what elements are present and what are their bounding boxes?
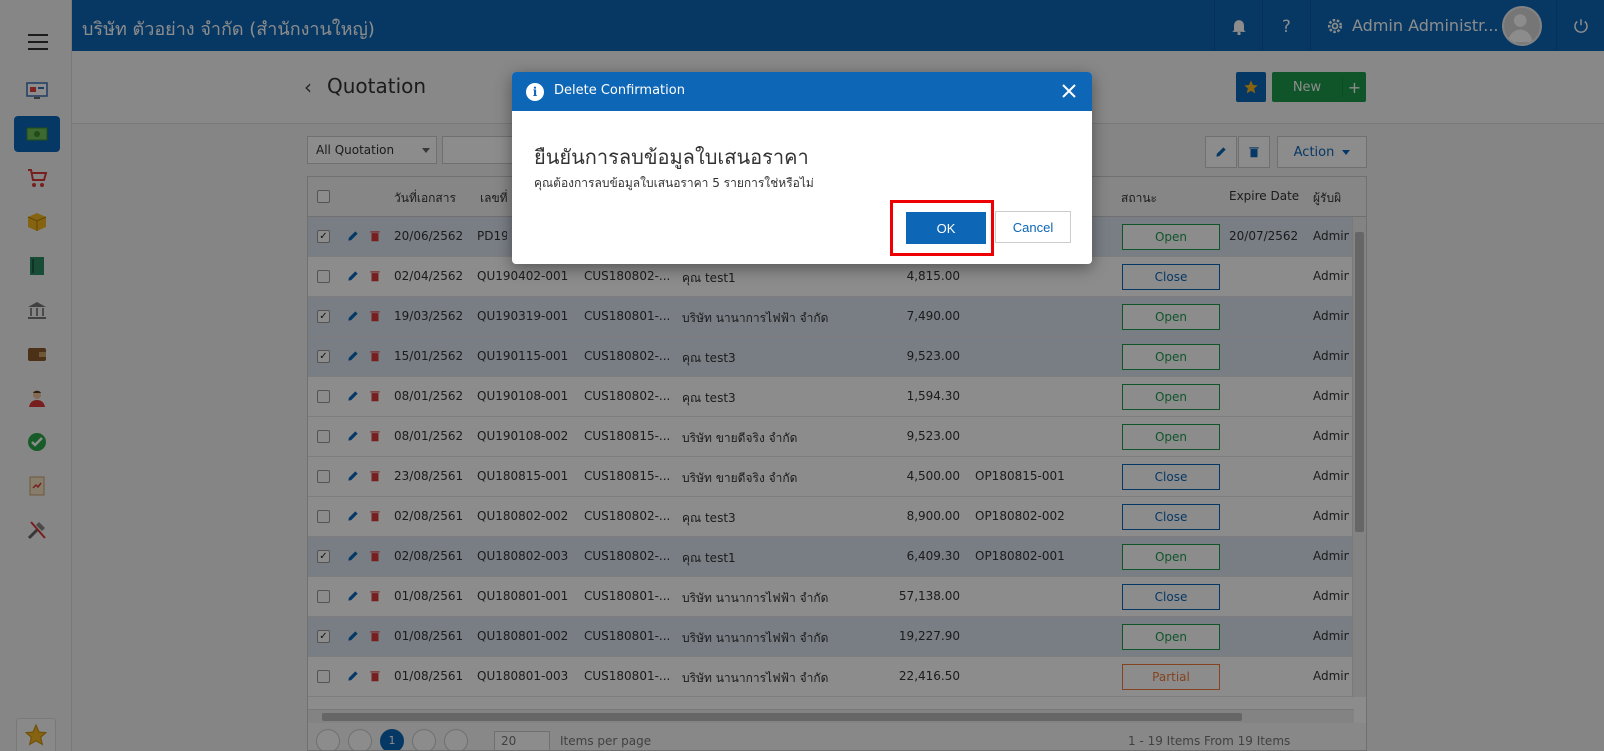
dialog-header: i Delete Confirmation — [512, 72, 1092, 111]
dialog-body: ยืนยันการลบข้อมูลใบเสนอราคา คุณต้องการลบ… — [512, 111, 1092, 264]
dialog-title: Delete Confirmation — [554, 83, 685, 98]
dialog-message: คุณต้องการลบข้อมูลใบเสนอราคา 5 รายการใช่… — [534, 176, 814, 190]
close-icon[interactable] — [1058, 80, 1080, 102]
delete-confirmation-dialog: i Delete Confirmation ยืนยันการลบข้อมูลใ… — [512, 72, 1092, 264]
ok-button[interactable]: OK — [906, 212, 986, 244]
cancel-button[interactable]: Cancel — [995, 211, 1071, 243]
info-icon: i — [526, 83, 544, 101]
dialog-heading: ยืนยันการลบข้อมูลใบเสนอราคา — [534, 145, 809, 169]
